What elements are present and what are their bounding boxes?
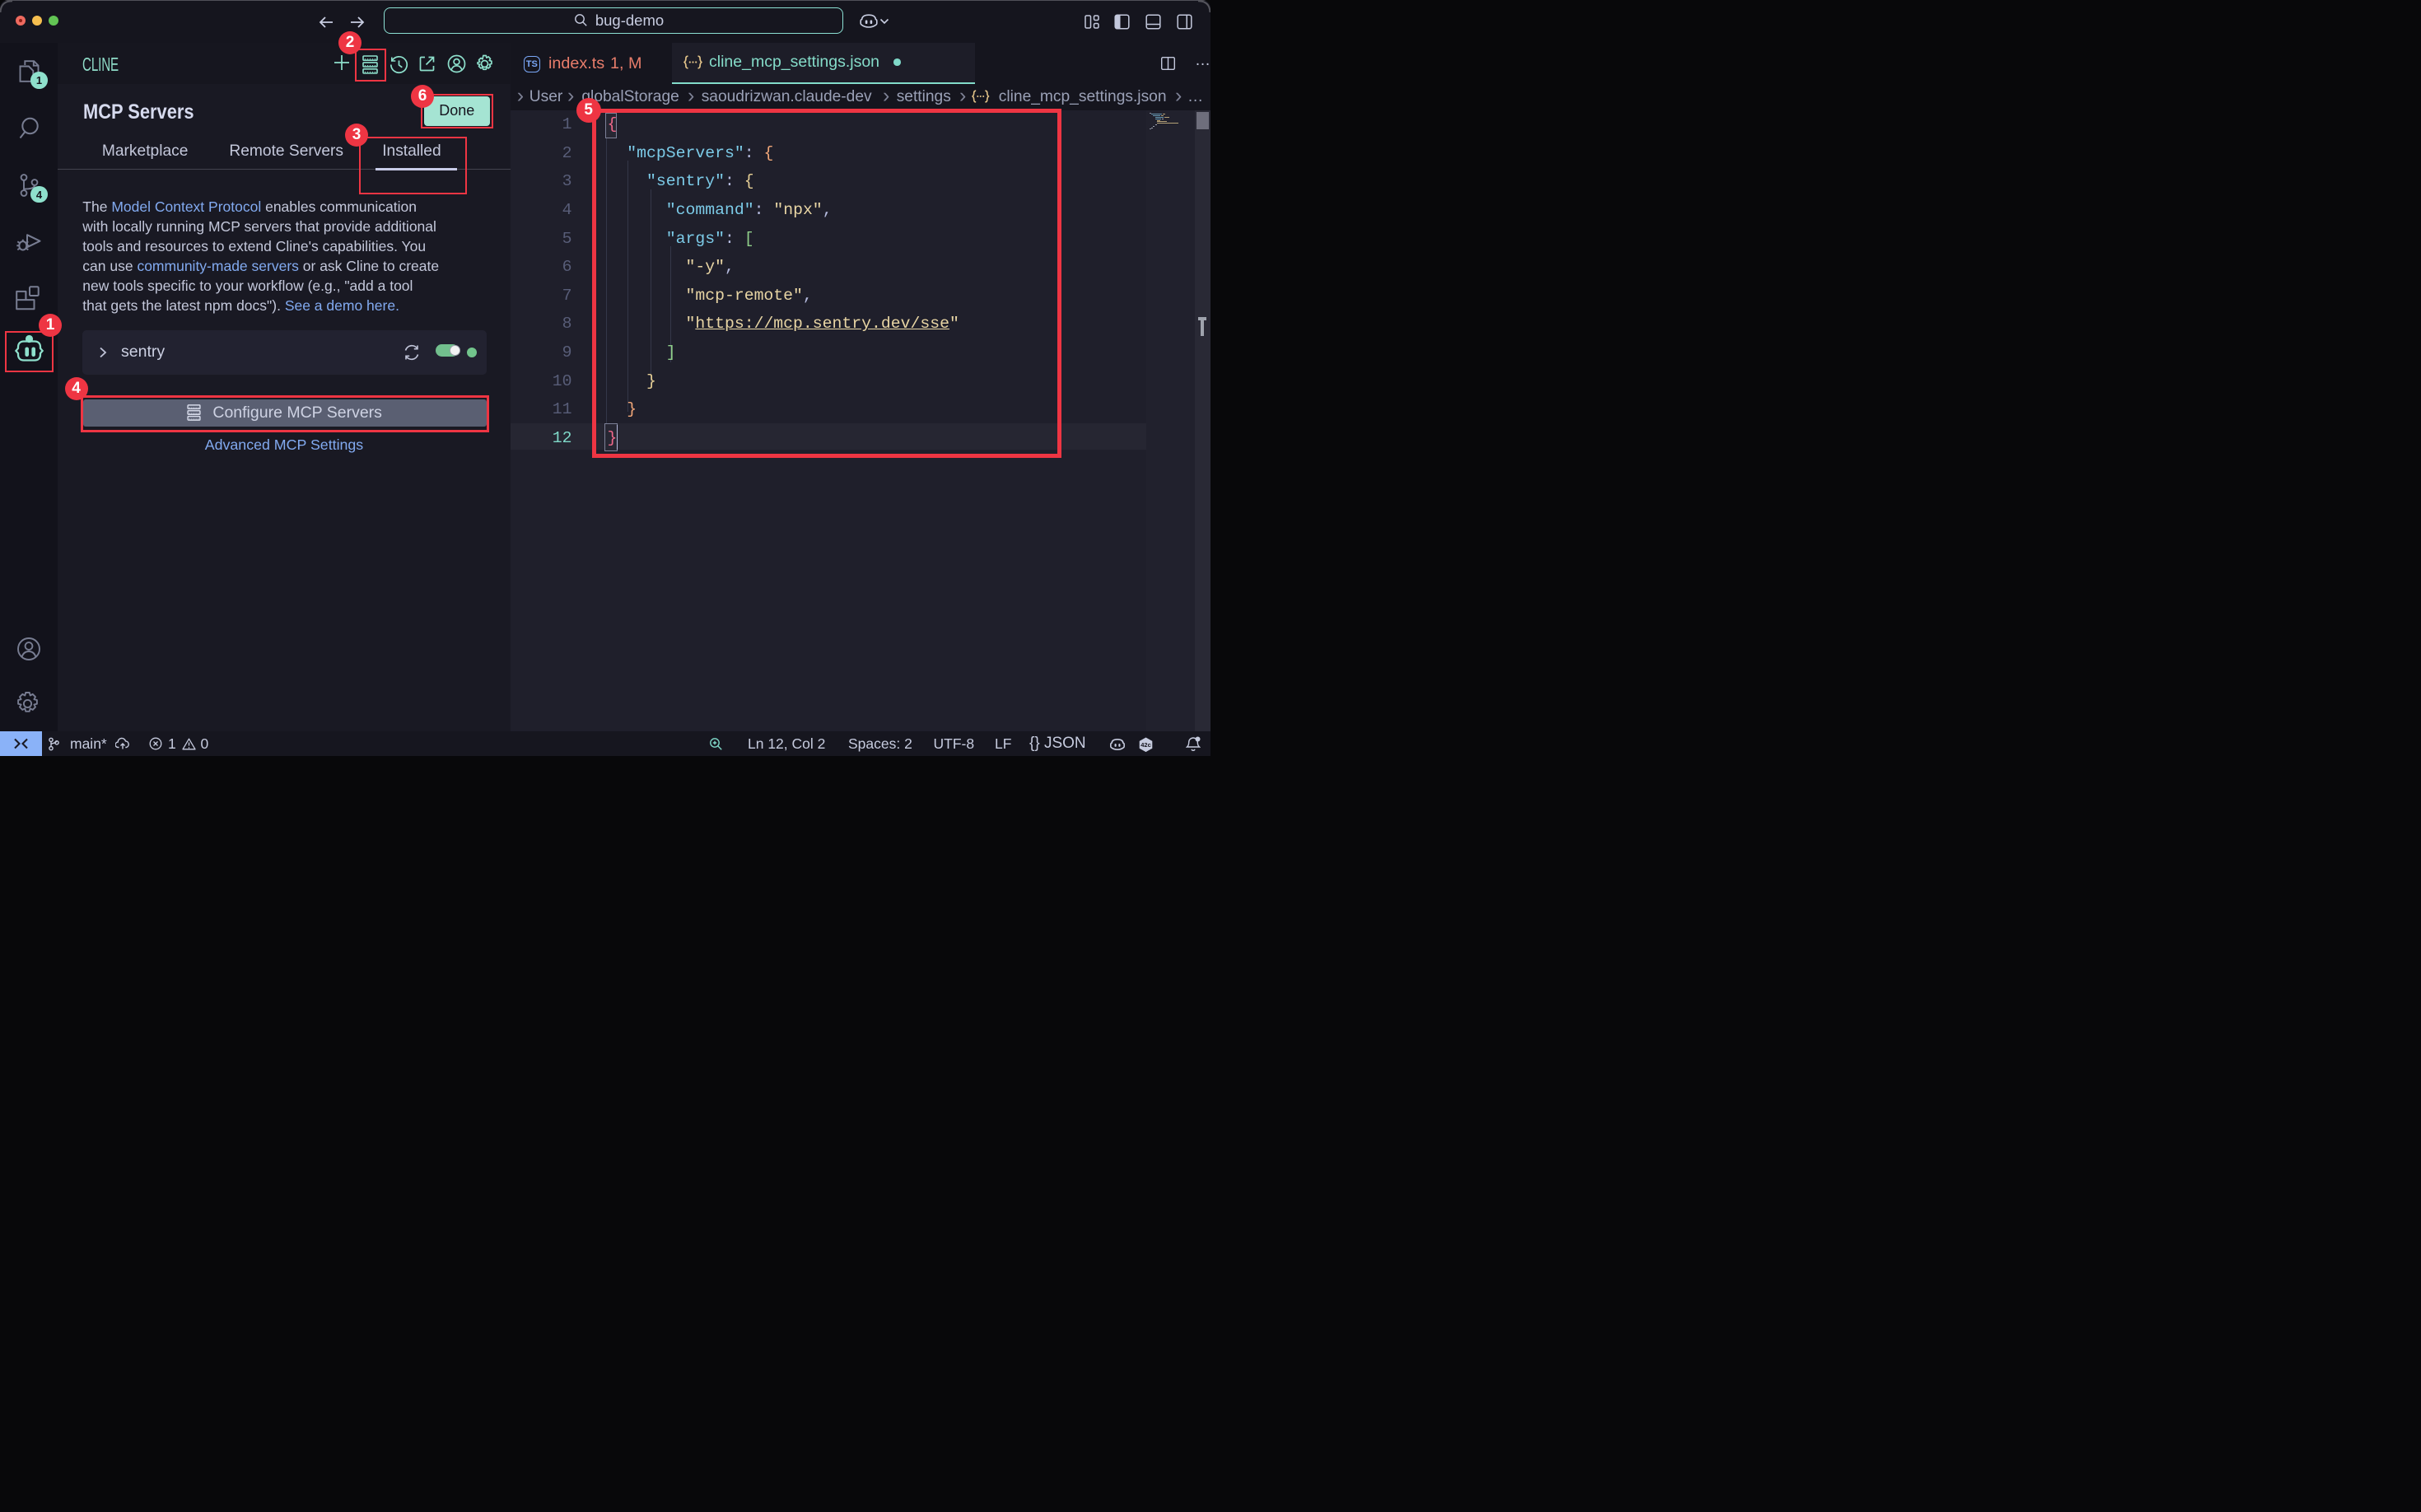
svg-text:42c: 42c <box>1141 740 1151 748</box>
